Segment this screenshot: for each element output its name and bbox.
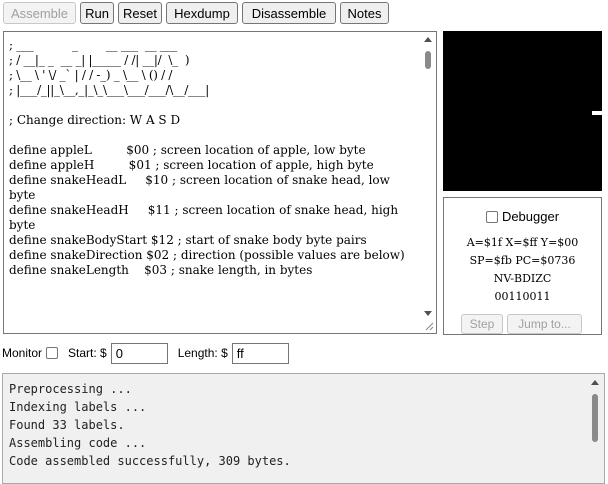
hexdump-button[interactable]: Hexdump <box>166 2 238 24</box>
console-output: Preprocessing ... Indexing labels ... Foun… <box>9 380 291 470</box>
code-line: define snakeHeadH $11 ; screen location … <box>9 203 402 232</box>
flags-header: NV-BDIZC <box>493 272 552 285</box>
code-editor[interactable]: ; ___ _ __ ___ __ ___; / __|_ _ __ _| |_… <box>3 31 437 334</box>
scrollbar-thumb[interactable] <box>592 394 598 442</box>
flags-bits: 00110011 <box>494 290 551 303</box>
code-line: ; ___ _ __ ___ __ ___ <box>9 38 177 52</box>
length-label: Length: $ <box>177 346 228 360</box>
code-line: ; \__ \ ' \/ _` | / / -_) _ \__ \ () / / <box>9 68 173 82</box>
code-line: define appleL $00 ; screen location of a… <box>9 143 366 157</box>
debugger-checkbox[interactable] <box>485 210 498 223</box>
console-line: Preprocessing ... <box>9 382 132 396</box>
toolbar: Assemble Run Reset Hexdump Disassemble N… <box>3 2 389 24</box>
code-line: define snakeDirection $02 ; direction (p… <box>9 248 405 262</box>
resize-grip-icon[interactable] <box>424 321 434 331</box>
code-line: define snakeLength $03 ; snake length, i… <box>9 263 313 277</box>
monitor-length-input[interactable] <box>231 342 289 364</box>
run-button[interactable]: Run <box>80 2 114 24</box>
monitor-start-input[interactable] <box>110 342 168 364</box>
code-line: ; / __|_ _ __ _| |_____ / /| __|/ \_ ) <box>9 53 190 67</box>
code-line: ; Change direction: W A S D <box>9 113 181 127</box>
editor-scrollbar[interactable] <box>421 33 435 319</box>
code-line: ; |___/_||_\__,_|_\_\___\___/___/\__/___… <box>9 83 209 97</box>
console-line: Found 33 labels. <box>9 418 125 432</box>
debugger-toggle[interactable]: Debugger <box>444 209 601 224</box>
console-scrollbar[interactable] <box>588 376 602 483</box>
scroll-up-arrow-icon[interactable] <box>591 380 599 385</box>
scroll-down-arrow-icon[interactable] <box>424 311 432 316</box>
scroll-up-arrow-icon[interactable] <box>424 37 432 42</box>
notes-button[interactable]: Notes <box>340 2 389 24</box>
message-console: Preprocessing ... Indexing labels ... Foun… <box>2 373 605 484</box>
console-line: Assembling code ... <box>9 436 147 450</box>
step-button[interactable]: Step <box>461 314 503 334</box>
assemble-button[interactable]: Assemble <box>3 2 76 24</box>
debugger-panel: Debugger A=$1f X=$ff Y=$00 SP=$fb PC=$07… <box>443 197 602 335</box>
disassemble-button[interactable]: Disassemble <box>242 2 336 24</box>
code-line: define snakeHeadL $10 ; screen location … <box>9 173 394 202</box>
code-text[interactable]: ; ___ _ __ ___ __ ___; / __|_ _ __ _| |_… <box>9 38 419 278</box>
code-line: define appleH $01 ; screen location of a… <box>9 158 374 172</box>
snake-pixel <box>592 111 602 115</box>
console-line: Indexing labels ... <box>9 400 147 414</box>
debugger-label: Debugger <box>501 209 560 224</box>
code-line: define snakeBodyStart $12 ; start of sna… <box>9 233 367 247</box>
display-screen <box>443 31 602 191</box>
start-label: Start: $ <box>68 346 107 360</box>
jump-to-button[interactable]: Jump to... <box>507 314 582 334</box>
register-values: A=$1f X=$ff Y=$00 <box>466 236 579 249</box>
monitor-checkbox[interactable] <box>46 347 59 359</box>
scrollbar-thumb[interactable] <box>425 51 431 69</box>
monitor-bar: Monitor Start: $ Length: $ <box>2 342 289 364</box>
reset-button[interactable]: Reset <box>118 2 162 24</box>
monitor-label: Monitor <box>2 346 43 360</box>
console-line: Code assembled successfully, 309 bytes. <box>9 454 291 468</box>
pointer-values: SP=$fb PC=$0736 <box>469 254 576 267</box>
